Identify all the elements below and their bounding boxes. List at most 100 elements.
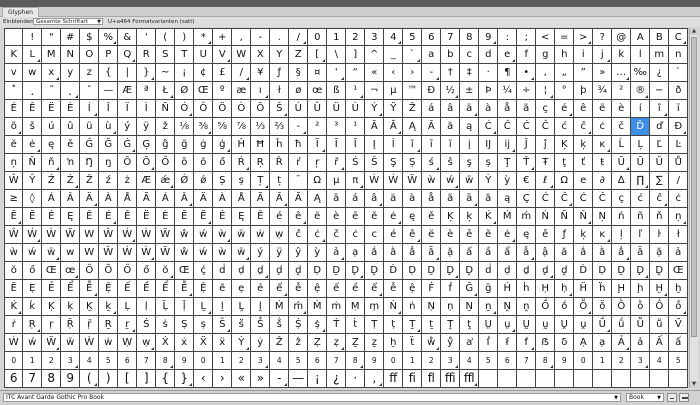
glyph-cell[interactable]: n bbox=[669, 46, 688, 64]
glyph-cell[interactable]: Ō bbox=[118, 154, 137, 172]
glyph-cell[interactable]: ẉ bbox=[137, 334, 156, 352]
glyph-cell[interactable]: ffi bbox=[441, 370, 460, 388]
glyph-cell[interactable]: ¾ bbox=[593, 82, 612, 100]
glyph-cell[interactable]: ” bbox=[574, 64, 593, 82]
glyph-cell[interactable]: ę bbox=[42, 136, 61, 154]
glyph-cell[interactable]: ļ bbox=[612, 226, 631, 244]
glyph-cell[interactable]: ặ bbox=[650, 244, 669, 262]
glyph-cell[interactable]: Ć bbox=[536, 190, 555, 208]
glyph-cell[interactable]: 5 bbox=[669, 352, 688, 370]
glyph-cell[interactable]: Ṳ bbox=[479, 316, 498, 334]
glyph-cell[interactable]: ḋ bbox=[213, 262, 232, 280]
glyph-cell[interactable]: Ḑ bbox=[631, 262, 650, 280]
glyph-cell[interactable]: ģ bbox=[213, 136, 232, 154]
glyph-cell[interactable]: ◊ bbox=[23, 190, 42, 208]
glyph-cell[interactable]: ċ bbox=[346, 226, 365, 244]
glyph-cell[interactable]: Ẅ bbox=[61, 226, 80, 244]
glyph-cell[interactable]: Ý bbox=[365, 100, 384, 118]
glyph-cell[interactable]: k bbox=[612, 46, 631, 64]
glyph-cell[interactable]: Ể bbox=[61, 280, 80, 298]
glyph-cell[interactable]: ṡ bbox=[156, 316, 175, 334]
glyph-cell[interactable]: ŷ bbox=[289, 244, 308, 262]
glyph-cell[interactable]: ë bbox=[308, 208, 327, 226]
glyph-cell[interactable]: Ā bbox=[365, 118, 384, 136]
glyph-cell[interactable]: ẑ bbox=[289, 334, 308, 352]
glyph-cell[interactable]: ň bbox=[650, 208, 669, 226]
glyph-cell[interactable]: Q bbox=[118, 46, 137, 64]
glyph-cell[interactable]: Ṡ bbox=[137, 316, 156, 334]
glyph-cell[interactable]: Þ bbox=[479, 82, 498, 100]
glyph-cell[interactable]: ĥ bbox=[270, 136, 289, 154]
glyph-cell[interactable]: ṅ bbox=[403, 298, 422, 316]
glyph-cell[interactable]: Ẏ bbox=[232, 334, 251, 352]
glyph-cell[interactable]: œ bbox=[308, 82, 327, 100]
glyph-cell[interactable]: Ž bbox=[80, 172, 99, 190]
glyph-cell[interactable]: 5 bbox=[403, 28, 422, 46]
glyph-cell[interactable]: Ŵ bbox=[4, 172, 23, 190]
glyph-cell[interactable]: ẚ bbox=[460, 334, 479, 352]
glyph-cell[interactable]: ṳ bbox=[498, 316, 517, 334]
glyph-cell[interactable]: ı bbox=[251, 82, 270, 100]
glyph-cell[interactable]: Ṽ bbox=[669, 316, 688, 334]
glyph-cell[interactable]: Ṉ bbox=[460, 298, 479, 316]
glyph-cell[interactable]: Ő bbox=[80, 262, 99, 280]
glyph-cell[interactable]: ḷ bbox=[137, 298, 156, 316]
glyph-cell[interactable]: \ bbox=[327, 46, 346, 64]
glyph-cell[interactable]: é bbox=[270, 208, 289, 226]
glyph-cell[interactable]: ề bbox=[346, 280, 365, 298]
glyph-cell[interactable]: m bbox=[650, 46, 669, 64]
glyph-cell[interactable]: ẅ bbox=[61, 334, 80, 352]
glyph-cell[interactable]: Ẓ bbox=[308, 334, 327, 352]
glyph-cell[interactable]: æ bbox=[232, 82, 251, 100]
glyph-cell[interactable]: Ÿ bbox=[384, 100, 403, 118]
glyph-cell[interactable]: ∏ bbox=[631, 172, 650, 190]
glyph-cell[interactable]: ṩ bbox=[308, 316, 327, 334]
glyph-cell[interactable]: Ẽ bbox=[4, 280, 23, 298]
glyph-cell[interactable]: 6 bbox=[422, 28, 441, 46]
glyph-cell[interactable]: v bbox=[4, 64, 23, 82]
glyph-cell[interactable]: ẁ bbox=[4, 244, 23, 262]
glyph-cell[interactable]: ḟ bbox=[441, 280, 460, 298]
glyph-cell[interactable]: Ĕ bbox=[194, 208, 213, 226]
glyph-cell[interactable] bbox=[669, 370, 688, 388]
glyph-cell[interactable]: Ĉ bbox=[555, 190, 574, 208]
glyph-cell[interactable]: Ḍ bbox=[403, 262, 422, 280]
glyph-cell[interactable]: ţ bbox=[555, 154, 574, 172]
glyph-cell[interactable]: Ă bbox=[289, 190, 308, 208]
glyph-cell[interactable]: € bbox=[517, 172, 536, 190]
glyph-cell[interactable]: c bbox=[460, 46, 479, 64]
glyph-cell[interactable]: Ź bbox=[42, 172, 61, 190]
glyph-cell[interactable]: Œ bbox=[194, 82, 213, 100]
glyph-cell[interactable]: ķ bbox=[574, 226, 593, 244]
glyph-cell[interactable]: Ă bbox=[384, 118, 403, 136]
glyph-cell[interactable]: ż bbox=[118, 172, 137, 190]
glyph-cell[interactable]: ạ bbox=[593, 334, 612, 352]
glyph-cell[interactable]: ċ bbox=[669, 190, 688, 208]
glyph-cell[interactable]: ⅞ bbox=[232, 118, 251, 136]
glyph-cell[interactable] bbox=[536, 370, 555, 388]
glyph-cell[interactable]: ő bbox=[137, 262, 156, 280]
glyph-cell[interactable]: Ŀ bbox=[669, 136, 688, 154]
glyph-cell[interactable]: - bbox=[289, 118, 308, 136]
glyph-cell[interactable]: 5 bbox=[479, 352, 498, 370]
glyph-cell[interactable]: ŀ bbox=[650, 226, 669, 244]
glyph-cell[interactable]: W bbox=[232, 46, 251, 64]
glyph-cell[interactable]: Ő bbox=[156, 154, 175, 172]
glyph-cell[interactable]: ] bbox=[137, 370, 156, 388]
glyph-cell[interactable]: Ŋ bbox=[80, 154, 99, 172]
glyph-cell[interactable]: ả bbox=[631, 334, 650, 352]
glyph-cell[interactable]: ŵ bbox=[175, 226, 194, 244]
glyph-cell[interactable]: ă bbox=[479, 190, 498, 208]
glyph-cell[interactable]: ť bbox=[574, 154, 593, 172]
glyph-cell[interactable]: ă bbox=[555, 244, 574, 262]
glyph-cell[interactable]: ō bbox=[175, 154, 194, 172]
glyph-cell[interactable]: Í bbox=[80, 100, 99, 118]
glyph-cell[interactable]: › bbox=[403, 64, 422, 82]
glyph-cell[interactable]: ḏ bbox=[251, 262, 270, 280]
glyph-cell[interactable]: Ê bbox=[23, 100, 42, 118]
glyph-cell[interactable]: ṣ bbox=[194, 316, 213, 334]
glyph-cell[interactable]: Ĭ bbox=[346, 136, 365, 154]
glyph-cell[interactable]: ĕ bbox=[4, 136, 23, 154]
glyph-cell[interactable]: Ø bbox=[175, 82, 194, 100]
glyph-cell[interactable]: Ḏ bbox=[327, 262, 346, 280]
